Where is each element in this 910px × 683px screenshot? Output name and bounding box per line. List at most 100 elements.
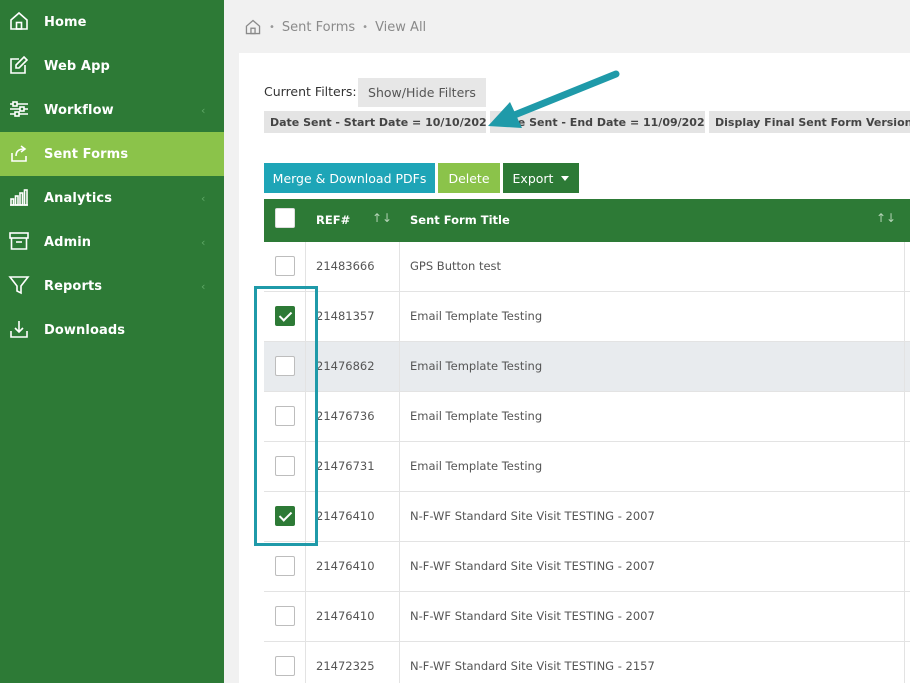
show-hide-filters-button[interactable]: Show/Hide Filters [358,78,486,107]
ref-cell: 21472325 [316,659,375,673]
sidebar-item-label: Reports [44,278,103,294]
ref-cell: 21476731 [316,459,375,473]
table-row[interactable]: 21476731 Email Template Testing [264,442,910,492]
column-divider [399,392,400,441]
sidebar-item-sent-forms[interactable]: Sent Forms [0,132,224,176]
archive-icon [9,232,29,250]
column-divider [399,242,400,291]
column-divider [904,392,905,441]
sidebar: Home Web App Workflow ‹ Sent Forms Analy… [0,0,224,683]
filter-chip-label: Date Sent - Start Date = 10/10/2022 [270,115,486,129]
column-divider [904,442,905,491]
table-row[interactable]: 21476410 N-F-WF Standard Site Visit TESTI… [264,492,910,542]
current-filters-label: Current Filters: [264,84,357,99]
column-divider [399,492,400,541]
ref-cell: 21476410 [316,609,375,623]
sent-forms-table: REF# ↑↓ Sent Form Title ↑↓ 21483666 GPS B… [264,199,910,683]
ref-cell: 21481357 [316,309,375,323]
row-checkbox[interactable] [275,656,295,676]
row-checkbox[interactable] [275,556,295,576]
table-row[interactable]: 21476410 N-F-WF Standard Site Visit TESTI… [264,542,910,592]
filter-chip-start-date: Date Sent - Start Date = 10/10/2022 ✖ [264,111,486,133]
table-row[interactable]: 21476862 Email Template Testing [264,342,910,392]
analytics-icon [10,189,28,206]
breadcrumb-item-sent-forms[interactable]: Sent Forms [282,20,355,35]
caret-down-icon [561,175,570,181]
sidebar-item-label: Home [44,14,87,30]
table-body: 21483666 GPS Button test 21481357 Email Tem… [264,242,910,683]
table-row[interactable]: 21483666 GPS Button test [264,242,910,292]
column-divider [305,242,306,291]
export-button[interactable]: Export [503,163,579,193]
column-divider [904,542,905,591]
home-icon[interactable] [244,18,262,36]
ref-cell: 21476736 [316,409,375,423]
filter-icon [8,276,30,295]
table-row[interactable]: 21472325 N-F-WF Standard Site Visit TESTI… [264,642,910,683]
table-row[interactable]: 21476410 N-F-WF Standard Site Visit TESTI… [264,592,910,642]
column-divider [399,442,400,491]
column-header-title[interactable]: Sent Form Title [410,213,510,227]
column-divider [904,342,905,391]
chevron-left-icon: ‹ [201,235,206,249]
download-icon [10,321,28,338]
chevron-left-icon: ‹ [201,103,206,117]
chevron-left-icon: ‹ [201,279,206,293]
sort-icon[interactable]: ↑↓ [876,211,896,225]
delete-button[interactable]: Delete [438,163,500,193]
column-divider [904,642,905,683]
breadcrumb-separator: • [269,21,275,33]
home-icon [10,11,28,30]
title-cell[interactable]: Email Template Testing [410,459,542,473]
title-cell[interactable]: N-F-WF Standard Site Visit TESTING - 200… [410,609,655,623]
sidebar-item-label: Workflow [44,102,114,118]
workflow-icon [10,101,28,117]
sidebar-item-label: Sent Forms [44,146,129,162]
title-cell[interactable]: Email Template Testing [410,309,542,323]
column-divider [904,242,905,291]
sidebar-item-downloads[interactable]: Downloads [0,308,224,352]
title-cell[interactable]: N-F-WF Standard Site Visit TESTING - 200… [410,559,655,573]
column-divider [305,642,306,683]
sidebar-item-label: Admin [44,234,92,250]
title-cell[interactable]: Email Template Testing [410,409,542,423]
ref-cell: 21476410 [316,509,375,523]
edit-icon [10,55,29,74]
title-cell[interactable]: N-F-WF Standard Site Visit TESTING - 200… [410,509,655,523]
column-divider [399,342,400,391]
sidebar-item-reports[interactable]: Reports ‹ [0,264,224,308]
ref-cell: 21476862 [316,359,375,373]
column-header-ref[interactable]: REF# [316,213,350,227]
column-divider [904,292,905,341]
breadcrumb-item-view-all: View All [375,19,427,35]
row-checkbox[interactable] [275,606,295,626]
sidebar-item-label: Web App [44,58,110,74]
sidebar-item-label: Analytics [44,190,113,206]
column-divider [904,592,905,641]
share-icon [11,145,27,162]
column-divider [399,542,400,591]
sidebar-item-analytics[interactable]: Analytics ‹ [0,176,224,220]
merge-download-pdfs-button[interactable]: Merge & Download PDFs [264,163,435,193]
sort-icon[interactable]: ↑↓ [372,211,392,225]
title-cell[interactable]: N-F-WF Standard Site Visit TESTING - 215… [410,659,655,673]
title-cell[interactable]: Email Template Testing [410,359,542,373]
sidebar-item-web-app[interactable]: Web App [0,44,224,88]
breadcrumb-separator: • [362,21,369,33]
sidebar-item-admin[interactable]: Admin ‹ [0,220,224,264]
table-row[interactable]: 21476736 Email Template Testing [264,392,910,442]
ref-cell: 21476410 [316,559,375,573]
annotation-arrow [488,70,620,128]
select-all-checkbox[interactable] [275,208,295,228]
filter-chip-final-version: Display Final Sent Form Version Only [709,111,910,133]
table-header: REF# ↑↓ Sent Form Title ↑↓ [264,199,910,242]
row-checkbox[interactable] [275,256,295,276]
title-cell[interactable]: GPS Button test [410,259,501,273]
sidebar-item-workflow[interactable]: Workflow ‹ [0,88,224,132]
sidebar-item-home[interactable]: Home [0,0,224,44]
sidebar-item-label: Downloads [44,322,126,338]
column-divider [399,292,400,341]
column-divider [305,542,306,591]
column-divider [904,492,905,541]
table-row[interactable]: 21481357 Email Template Testing [264,292,910,342]
